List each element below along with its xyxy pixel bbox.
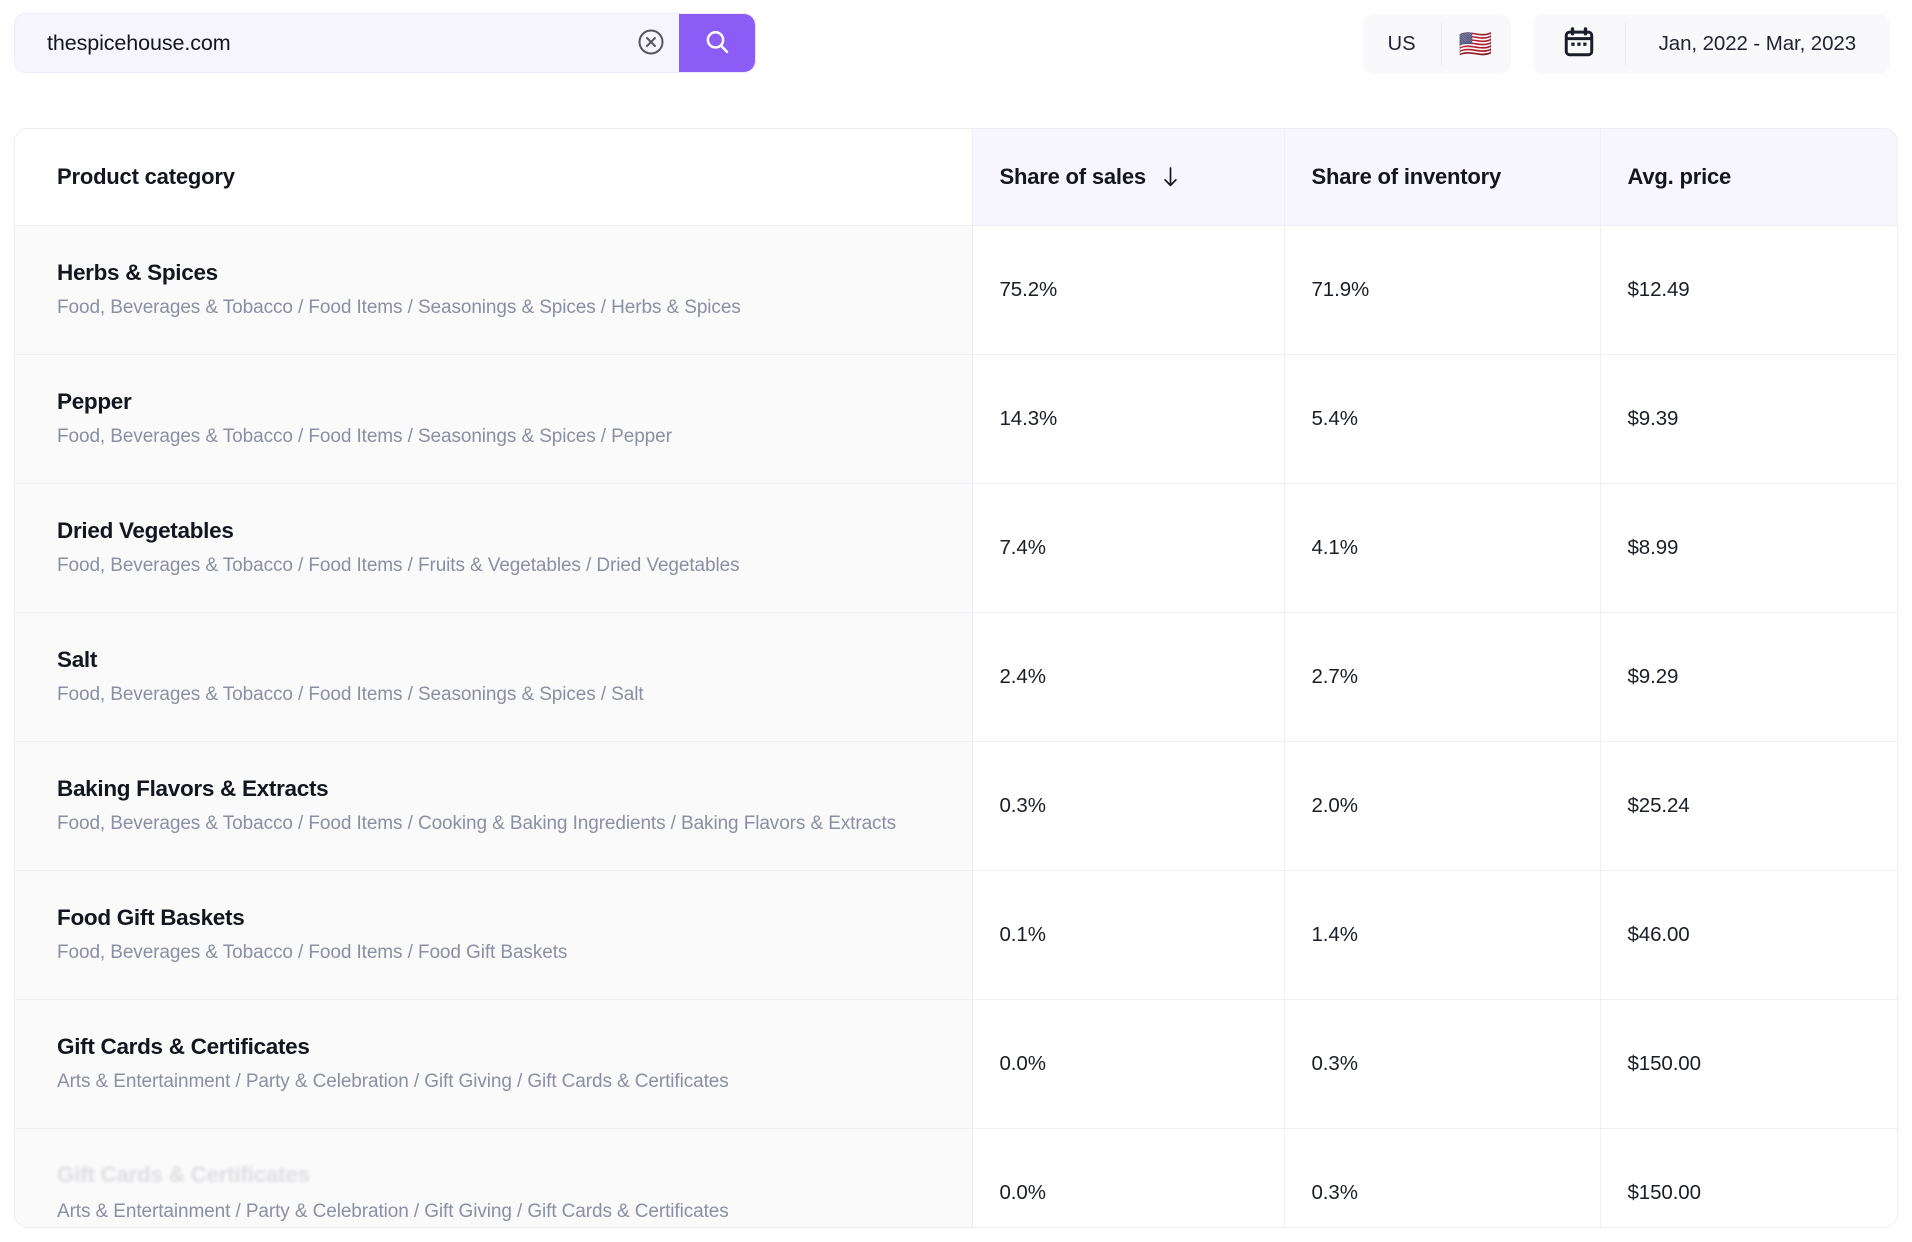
search-input[interactable] [47, 30, 623, 56]
cell-share-of-inventory: 2.0% [1283, 741, 1600, 871]
category-name: Salt [57, 647, 98, 672]
column-header-share-of-inventory[interactable]: Share of inventory [1283, 129, 1600, 226]
table-row[interactable]: Food Gift Baskets Food, Beverages & Toba… [15, 870, 1897, 1000]
category-name: Gift Cards & Certificates [57, 1162, 310, 1187]
cell-avg-price: $46.00 [1599, 870, 1897, 1000]
category-path: Food, Beverages & Tobacco / Food Items /… [57, 426, 672, 447]
product-category-table: Product category Share of sales Share of… [15, 129, 1897, 1227]
table-body: Herbs & Spices Food, Beverages & Tobacco… [15, 225, 1897, 1227]
category-path: Food, Beverages & Tobacco / Food Items /… [57, 555, 740, 576]
country-selector[interactable]: US 🇺🇸 [1362, 14, 1511, 74]
cell-product-category: Baking Flavors & Extracts Food, Beverage… [15, 741, 972, 871]
table-row[interactable]: Pepper Food, Beverages & Tobacco / Food … [15, 354, 1897, 484]
table-header-row: Product category Share of sales Share of… [15, 129, 1897, 226]
cell-share-of-sales: 14.3% [971, 354, 1284, 484]
table-row[interactable]: Baking Flavors & Extracts Food, Beverage… [15, 741, 1897, 871]
category-name: Baking Flavors & Extracts [57, 776, 329, 801]
cell-share-of-sales: 0.0% [971, 999, 1284, 1129]
date-range-selector[interactable]: Jan, 2022 - Mar, 2023 [1532, 14, 1890, 74]
cell-avg-price: $8.99 [1599, 483, 1897, 613]
cell-avg-price: $12.49 [1599, 225, 1897, 355]
category-path: Food, Beverages & Tobacco / Food Items /… [57, 684, 644, 705]
cell-product-category: Gift Cards & Certificates Arts & Enterta… [15, 999, 972, 1129]
search-field[interactable] [15, 14, 623, 72]
search-icon [702, 27, 732, 60]
category-name: Food Gift Baskets [57, 905, 245, 930]
cell-avg-price: $25.24 [1599, 741, 1897, 871]
table-header: Product category Share of sales Share of… [15, 129, 1897, 226]
cell-avg-price: $150.00 [1599, 999, 1897, 1129]
table-row[interactable]: Dried Vegetables Food, Beverages & Tobac… [15, 483, 1897, 613]
cell-product-category: Salt Food, Beverages & Tobacco / Food It… [15, 612, 972, 742]
category-name: Gift Cards & Certificates [57, 1034, 310, 1059]
column-header-avg-price[interactable]: Avg. price [1599, 129, 1897, 226]
cell-share-of-sales: 7.4% [971, 483, 1284, 613]
column-label: Share of sales [999, 163, 1147, 189]
category-path: Food, Beverages & Tobacco / Food Items /… [57, 813, 897, 834]
table-row[interactable]: Herbs & Spices Food, Beverages & Tobacco… [15, 225, 1897, 355]
cell-share-of-sales: 0.0% [971, 1128, 1284, 1227]
category-path: Arts & Entertainment / Party & Celebrati… [57, 1201, 729, 1222]
category-name: Dried Vegetables [57, 518, 234, 543]
search-submit-button[interactable] [679, 14, 755, 72]
clear-circle-icon [636, 27, 666, 60]
cell-avg-price: $150.00 [1599, 1128, 1897, 1227]
arrow-down-icon [1161, 165, 1180, 189]
category-path: Food, Beverages & Tobacco / Food Items /… [57, 297, 741, 318]
cell-share-of-inventory: 71.9% [1283, 225, 1600, 355]
cell-share-of-sales: 75.2% [971, 225, 1284, 355]
cell-share-of-inventory: 2.7% [1283, 612, 1600, 742]
filter-controls: US 🇺🇸 Jan, 2022 - Mar, 2023 [1362, 13, 1890, 74]
product-category-table-card: Product category Share of sales Share of… [14, 128, 1898, 1228]
table-row[interactable]: Gift Cards & Certificates Arts & Enterta… [15, 999, 1897, 1129]
cell-share-of-sales: 2.4% [971, 612, 1284, 742]
category-name: Pepper [57, 389, 132, 414]
cell-share-of-inventory: 0.3% [1283, 999, 1600, 1129]
cell-avg-price: $9.39 [1599, 354, 1897, 484]
cell-share-of-inventory: 0.3% [1283, 1128, 1600, 1227]
table-row[interactable]: Gift Cards & Certificates Arts & Enterta… [15, 1128, 1897, 1227]
date-range-label[interactable]: Jan, 2022 - Mar, 2023 [1624, 14, 1890, 74]
country-code-label[interactable]: US [1363, 14, 1441, 74]
column-label: Share of inventory [1311, 163, 1502, 189]
cell-share-of-inventory: 5.4% [1283, 354, 1600, 484]
cell-product-category: Gift Cards & Certificates Arts & Enterta… [15, 1128, 972, 1227]
table-row[interactable]: Salt Food, Beverages & Tobacco / Food It… [15, 612, 1897, 742]
us-flag-icon[interactable]: 🇺🇸 [1440, 14, 1511, 74]
calendar-icon [1562, 25, 1596, 64]
calendar-button[interactable] [1533, 14, 1625, 74]
clear-search-button[interactable] [623, 14, 679, 72]
category-path: Arts & Entertainment / Party & Celebrati… [57, 1071, 729, 1092]
top-toolbar: US 🇺🇸 Jan, 2022 - Mar, 2023 [0, 0, 1912, 96]
cell-share-of-inventory: 4.1% [1283, 483, 1600, 613]
cell-share-of-sales: 0.3% [971, 741, 1284, 871]
cell-share-of-sales: 0.1% [971, 870, 1284, 1000]
cell-product-category: Dried Vegetables Food, Beverages & Tobac… [15, 483, 972, 613]
column-header-share-of-sales[interactable]: Share of sales [971, 129, 1284, 226]
column-label: Product category [57, 163, 235, 189]
cell-product-category: Pepper Food, Beverages & Tobacco / Food … [15, 354, 972, 484]
column-label: Avg. price [1627, 163, 1732, 189]
domain-search-bar[interactable] [14, 13, 756, 73]
cell-share-of-inventory: 1.4% [1283, 870, 1600, 1000]
cell-product-category: Herbs & Spices Food, Beverages & Tobacco… [15, 225, 972, 355]
category-name: Herbs & Spices [57, 260, 218, 285]
cell-avg-price: $9.29 [1599, 612, 1897, 742]
cell-product-category: Food Gift Baskets Food, Beverages & Toba… [15, 870, 972, 1000]
column-header-product-category[interactable]: Product category [15, 129, 972, 226]
category-path: Food, Beverages & Tobacco / Food Items /… [57, 942, 568, 963]
